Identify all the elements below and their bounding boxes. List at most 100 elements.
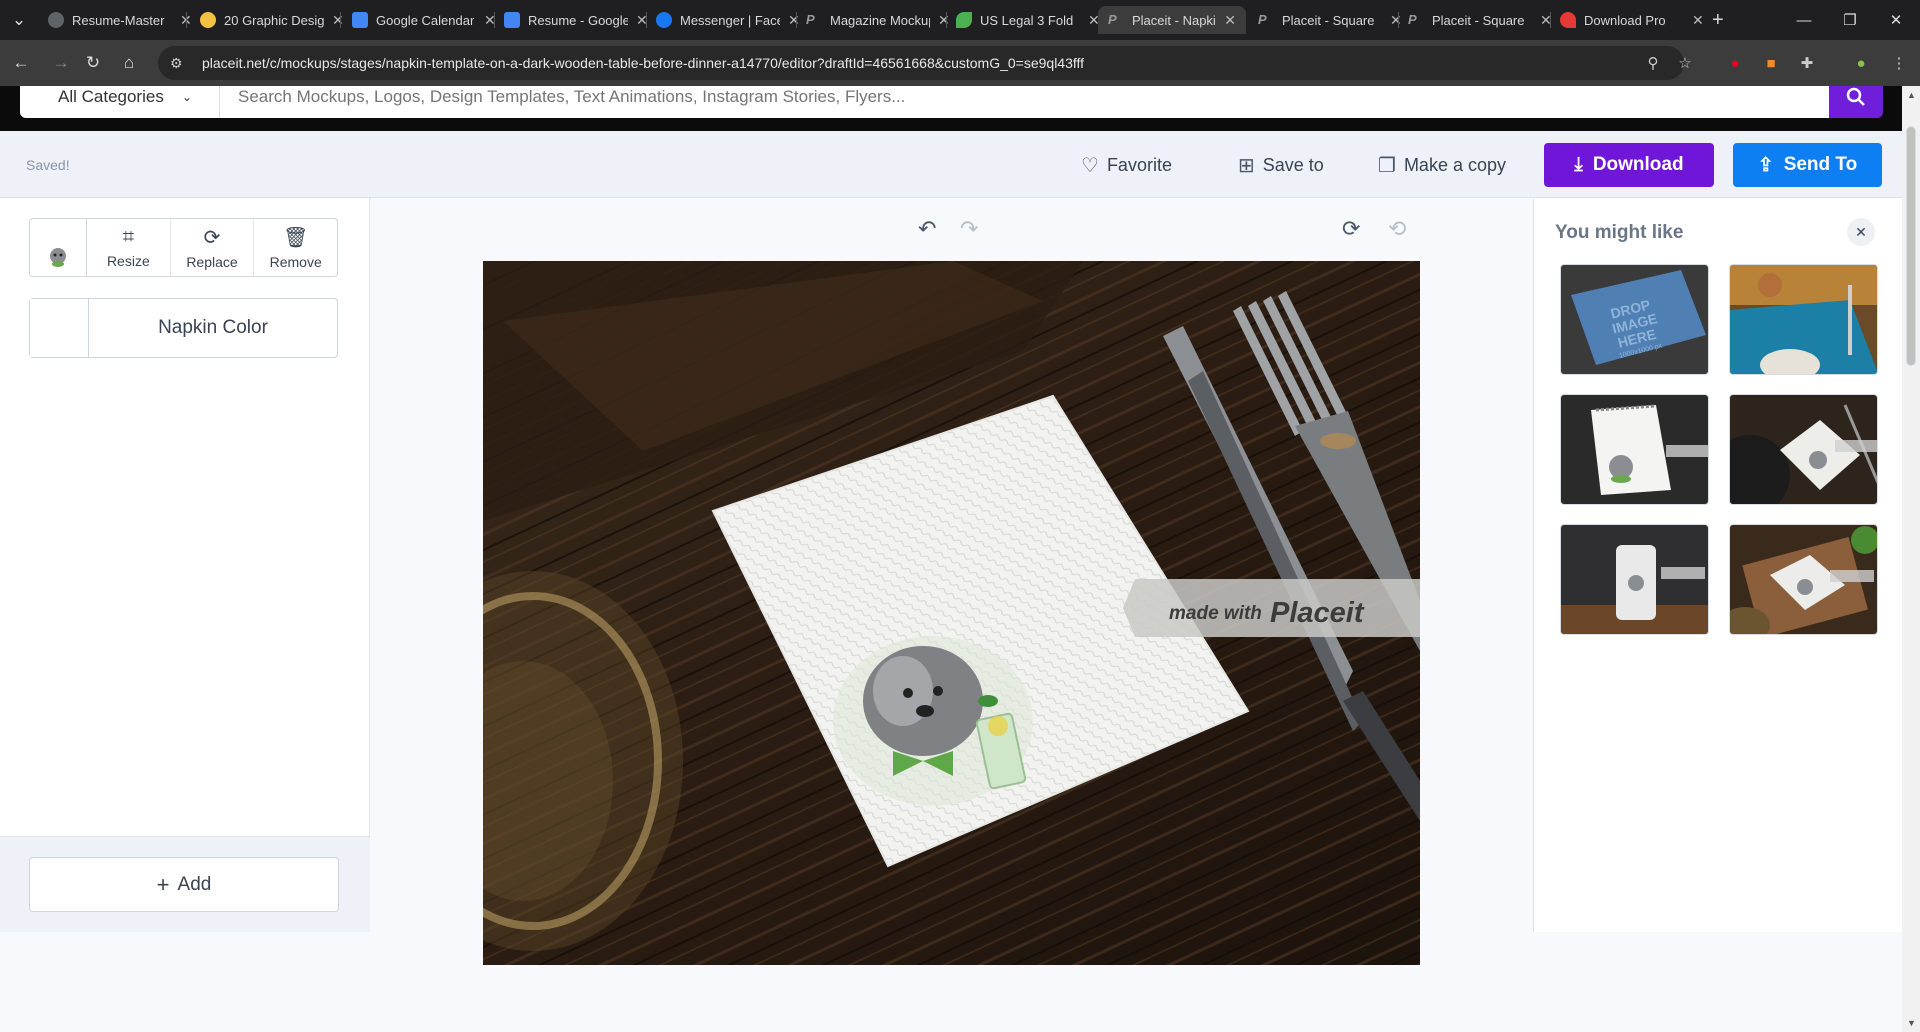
napkin-board-image <box>1730 525 1877 634</box>
profile-avatar[interactable]: ● <box>1850 52 1872 74</box>
new-tab-button[interactable]: + <box>1702 6 1734 34</box>
share-icon: ⇪ <box>1757 154 1774 176</box>
blue-napkin-image <box>1730 265 1877 374</box>
scroll-up-icon[interactable]: ▲ <box>1907 90 1916 100</box>
color-swatch[interactable] <box>30 299 89 357</box>
replace-button[interactable]: ⟳ Replace <box>169 219 254 276</box>
address-toolbar: ← → ↻ ⌂ ⚙ placeit.net/c/mockups/stages/n… <box>0 40 1920 86</box>
resize-label: Resize <box>106 253 150 269</box>
crop-icon: ⌗ <box>122 226 134 248</box>
puzzle-icon[interactable]: ✚ <box>1796 52 1818 74</box>
scrollbar-thumb[interactable] <box>1906 126 1916 366</box>
browser-tab[interactable]: US Legal 3 Fold ✕ <box>946 6 1110 34</box>
close-icon: ✕ <box>1855 223 1867 240</box>
minimize-button[interactable]: — <box>1781 0 1827 40</box>
favorite-button[interactable]: ♡ Favorite <box>1081 151 1172 179</box>
placeit-icon: P <box>1408 12 1417 27</box>
send-to-button[interactable]: ⇪ Send To <box>1733 143 1882 187</box>
layers-panel: ⌗ Resize ⟳ Replace 🗑 Remove Napkin Color <box>0 198 370 932</box>
close-panel-button[interactable]: ✕ <box>1847 218 1875 246</box>
browser-tab[interactable]: 20 Graphic Design ✕ <box>190 6 354 34</box>
make-copy-button[interactable]: ❐ Make a copy <box>1378 151 1506 179</box>
placeit-editor-page: All Categories ⌄ Saved! ♡ Favorite ⊞ Save … <box>0 86 1902 1032</box>
browser-tab[interactable]: P Placeit - Square ✕ <box>1398 6 1562 34</box>
menu-kebab-icon[interactable]: ⋮ <box>1888 52 1910 74</box>
bookmark-star-icon[interactable]: ☆ <box>1674 52 1696 74</box>
napkin-mockup-image: made with Placeit <box>483 261 1420 965</box>
add-section: + Add <box>0 836 370 932</box>
tab-title: Placeit - Napkin <box>1132 12 1217 28</box>
search-button[interactable] <box>1829 86 1883 118</box>
tab-title: Resume - Google <box>528 12 628 28</box>
recommendation-thumbnail[interactable] <box>1729 524 1878 635</box>
recommendation-thumbnail[interactable]: DROP IMAGE HERE 1000x1000 px <box>1560 264 1709 375</box>
close-icon[interactable]: ✕ <box>1224 12 1236 29</box>
browser-tab[interactable]: P Magazine Mockup ✕ <box>796 6 960 34</box>
url-bar[interactable]: ⚙ placeit.net/c/mockups/stages/napkin-te… <box>158 46 1684 80</box>
reset-icon[interactable]: ⟲ <box>1388 216 1406 242</box>
mockup-preview[interactable]: made with Placeit <box>483 261 1420 965</box>
save-to-button[interactable]: ⊞ Save to <box>1238 151 1324 179</box>
refresh-icon: ⟳ <box>203 227 221 249</box>
resize-button[interactable]: ⌗ Resize <box>87 219 170 276</box>
restore-button[interactable]: ❐ <box>1827 0 1873 40</box>
category-dropdown[interactable]: All Categories ⌄ <box>20 86 220 118</box>
watermark-text: made with <box>1169 603 1262 624</box>
tab-title: Magazine Mockup <box>830 12 930 28</box>
notepad-mockup-image <box>1561 395 1708 504</box>
redo-icon[interactable]: ↷ <box>960 216 978 242</box>
napkin-color-control[interactable]: Napkin Color <box>29 298 338 358</box>
recommendation-thumbnail[interactable] <box>1729 394 1878 505</box>
scroll-down-icon[interactable]: ▼ <box>1907 1018 1916 1028</box>
search-icon <box>1846 87 1865 106</box>
replace-label: Replace <box>186 254 238 270</box>
browser-tab-active[interactable]: P Placeit - Napkin ✕ <box>1098 6 1246 34</box>
save-to-label: Save to <box>1262 154 1324 175</box>
site-header: All Categories ⌄ <box>0 86 1902 131</box>
url-text: placeit.net/c/mockups/stages/napkin-temp… <box>202 55 1085 71</box>
tab-title: 20 Graphic Design <box>224 12 324 28</box>
search-input[interactable] <box>219 86 1829 118</box>
canvas-area: ↶ ↷ ⟳ ⟲ made with Placeit <box>370 198 1533 1032</box>
site-info-icon[interactable]: ⚙ <box>170 55 188 72</box>
browser-tab[interactable]: P Placeit - Square ✕ <box>1248 6 1412 34</box>
rotate-icon[interactable]: ⟳ <box>1342 216 1360 242</box>
forward-button[interactable]: → <box>48 50 74 76</box>
extension-icon[interactable]: ■ <box>1760 52 1782 74</box>
recommendation-thumbnail[interactable] <box>1560 524 1709 635</box>
can-mockup-image <box>1561 525 1708 634</box>
remove-button[interactable]: 🗑 Remove <box>253 219 337 276</box>
globe-icon <box>48 12 64 28</box>
plus-icon: + <box>156 871 170 897</box>
zoom-icon[interactable]: ⚲ <box>1642 52 1664 74</box>
download-button[interactable]: ⤓ Download <box>1544 143 1714 187</box>
home-button[interactable]: ⌂ <box>116 50 142 76</box>
undo-icon[interactable]: ↶ <box>918 216 936 242</box>
pinterest-icon[interactable]: ● <box>1724 52 1746 74</box>
layer-thumbnail[interactable] <box>30 219 87 276</box>
reload-button[interactable]: ↻ <box>80 50 106 76</box>
browser-tab[interactable]: Messenger | Facebook✕ <box>646 6 810 34</box>
tab-title: Download Pro <box>1584 12 1666 28</box>
recommendation-thumbnail[interactable] <box>1560 394 1709 505</box>
chevron-down-icon: ⌄ <box>181 90 192 104</box>
favorite-label: Favorite <box>1106 154 1172 175</box>
add-button[interactable]: + Add <box>29 857 339 912</box>
plus-icon: + <box>1712 8 1724 31</box>
tab-search-icon[interactable]: ⌄ <box>6 7 32 33</box>
back-button[interactable]: ← <box>8 50 34 76</box>
copy-icon: ❐ <box>1378 154 1396 177</box>
napkin-color-label: Napkin Color <box>158 317 268 338</box>
browser-tab[interactable]: Resume - Google ✕ <box>494 6 658 34</box>
recommendation-thumbnail[interactable] <box>1729 264 1878 375</box>
image-layer-card: ⌗ Resize ⟳ Replace 🗑 Remove <box>29 218 338 277</box>
page-scrollbar[interactable]: ▲ ▼ <box>1902 86 1920 1032</box>
placeit-icon: P <box>1258 12 1267 27</box>
window-close-button[interactable]: ✕ <box>1873 0 1919 40</box>
browser-tab[interactable]: Resume-Master✕ <box>38 6 202 34</box>
tab-title: Google Calendar <box>376 12 475 28</box>
browser-tab-strip: ⌄ Resume-Master✕ 20 Graphic Design✕ Goog… <box>0 0 1920 40</box>
browser-tab[interactable]: Google Calendar ✕ <box>342 6 506 34</box>
browser-tab[interactable]: Download Pro ✕ <box>1550 6 1714 34</box>
tab-title: Placeit - Square <box>1432 12 1525 28</box>
